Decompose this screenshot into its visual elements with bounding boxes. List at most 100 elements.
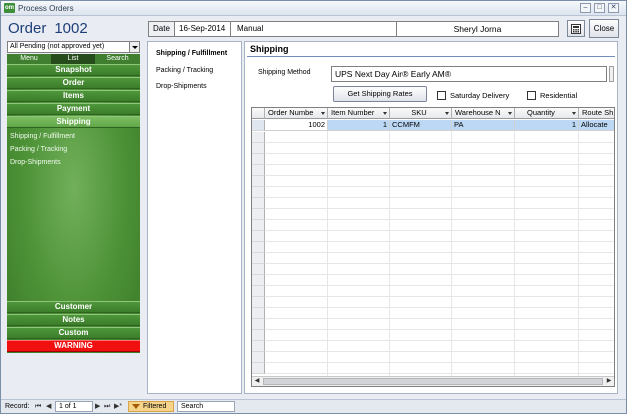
grid-row-line — [265, 208, 614, 209]
tab-menu[interactable]: Menu — [7, 54, 51, 64]
column-header-quantity[interactable]: Quantity — [515, 108, 579, 119]
column-header-warehouse[interactable]: Warehouse N — [452, 108, 515, 119]
calculator-button[interactable] — [567, 20, 585, 37]
row-selector-empty — [252, 308, 265, 319]
row-selector[interactable] — [252, 120, 265, 131]
grid-row-line — [265, 362, 614, 363]
grid-row-line — [265, 219, 614, 220]
cell-route[interactable]: Allocate — [579, 120, 614, 131]
grid-column-line — [451, 131, 452, 376]
row-selector-empty — [252, 363, 265, 374]
minimize-button[interactable]: – — [580, 3, 591, 13]
subnav-drop-shipments[interactable]: Drop-Shipments — [156, 82, 207, 91]
date-label: Date — [148, 21, 175, 37]
nav-custom-button[interactable]: Custom — [7, 327, 140, 339]
column-header-sku[interactable]: SKU — [390, 108, 452, 119]
title-bar: om Process Orders – □ ✕ — [1, 1, 626, 16]
next-record-icon[interactable]: ▶ — [95, 400, 100, 413]
nav-snapshot-button[interactable]: Snapshot — [7, 64, 140, 76]
nav-sub-shipping-fulfillment[interactable]: Shipping / Fulfillment — [10, 132, 75, 141]
sort-arrow-icon — [321, 112, 325, 115]
cell-quantity[interactable]: 1 — [515, 120, 579, 131]
nav-notes-button[interactable]: Notes — [7, 314, 140, 326]
shipping-subnav-panel: Shipping / Fulfillment Packing / Trackin… — [147, 41, 242, 394]
grid-corner — [252, 108, 265, 119]
new-record-icon[interactable]: ▶* — [114, 400, 122, 413]
status-search-input[interactable]: Search — [177, 401, 235, 412]
column-header-route[interactable]: Route Sh — [579, 108, 614, 119]
cell-sku[interactable]: CCMFM — [390, 120, 452, 131]
nav-warning-button[interactable]: WARNING — [7, 340, 140, 352]
grid-row-line — [265, 274, 614, 275]
column-header-label: Order Numbe — [268, 108, 314, 117]
user-name-field[interactable]: Sheryl Jorna — [396, 21, 559, 37]
chevron-down-icon[interactable] — [129, 42, 139, 52]
order-filter-select[interactable]: All Pending (not approved yet) — [7, 41, 140, 53]
grid-row-line — [265, 186, 614, 187]
subnav-shipping-fulfillment[interactable]: Shipping / Fulfillment — [156, 49, 227, 58]
scroll-left-icon[interactable]: ◀ — [252, 377, 262, 386]
order-number: 1002 — [54, 20, 88, 37]
close-window-button[interactable]: ✕ — [608, 3, 619, 13]
row-selector-empty — [252, 330, 265, 341]
filter-icon-label: Filtered — [143, 403, 167, 410]
residential-checkbox[interactable] — [527, 91, 536, 100]
order-type-field[interactable]: Manual — [230, 21, 397, 37]
nav-sub-drop-shipments[interactable]: Drop-Shipments — [10, 158, 61, 167]
tab-search[interactable]: Search — [95, 54, 140, 64]
order-items-grid: Order Numbe Item Number SKU Warehouse N … — [251, 107, 615, 387]
column-header-label: Route Sh — [582, 108, 614, 117]
subnav-packing-tracking[interactable]: Packing / Tracking — [156, 66, 213, 75]
close-button[interactable]: Close — [589, 19, 619, 38]
grid-row-line — [265, 175, 614, 176]
row-selector-empty — [252, 286, 265, 297]
process-orders-window: om Process Orders – □ ✕ Order 1002 Date 1… — [0, 0, 627, 414]
residential-label: Residential — [540, 91, 578, 100]
scrollbar-thumb[interactable] — [263, 378, 603, 385]
row-selector-empty — [252, 231, 265, 242]
nav-shipping-button[interactable]: Shipping — [7, 116, 140, 128]
prev-record-icon[interactable]: ◀ — [46, 400, 51, 413]
row-selector-empty — [252, 143, 265, 154]
row-selector-empty — [252, 341, 265, 352]
grid-row-line — [265, 307, 614, 308]
row-selector-empty — [252, 319, 265, 330]
last-record-icon[interactable]: ⏭ — [104, 400, 110, 413]
maximize-button[interactable]: □ — [594, 3, 605, 13]
row-selector-empty — [252, 253, 265, 264]
column-header-item-number[interactable]: Item Number — [328, 108, 390, 119]
filtered-toggle[interactable]: Filtered — [128, 401, 174, 412]
nav-payment-button[interactable]: Payment — [7, 103, 140, 115]
cell-item-number[interactable]: 1 — [328, 120, 390, 131]
horizontal-scrollbar[interactable]: ◀ ▶ — [252, 376, 614, 386]
row-selector-empty — [252, 275, 265, 286]
nav-sub-packing-tracking[interactable]: Packing / Tracking — [10, 145, 67, 154]
scroll-right-icon[interactable]: ▶ — [604, 377, 614, 386]
column-header-label: SKU — [411, 108, 427, 117]
grid-row-line — [265, 142, 614, 143]
grid-row-line — [265, 263, 614, 264]
grid-row-line — [265, 241, 614, 242]
order-heading: Order 1002 — [8, 20, 88, 37]
row-selector-empty — [252, 264, 265, 275]
row-selector-empty — [252, 242, 265, 253]
cell-order-number[interactable]: 1002 — [265, 120, 328, 131]
row-selector-empty — [252, 198, 265, 209]
nav-customer-button[interactable]: Customer — [7, 301, 140, 313]
grid-column-line — [514, 131, 515, 376]
tab-list[interactable]: List — [51, 54, 95, 64]
column-header-order-number[interactable]: Order Numbe — [265, 108, 328, 119]
nav-items-button[interactable]: Items — [7, 90, 140, 102]
date-field[interactable]: 16-Sep-2014 — [174, 21, 231, 37]
column-header-label: Item Number — [331, 108, 375, 117]
grid-row-line — [265, 197, 614, 198]
cell-warehouse[interactable]: PA — [452, 120, 515, 131]
record-position[interactable]: 1 of 1 — [55, 401, 93, 412]
shipping-method-scrollbar[interactable] — [609, 66, 614, 82]
nav-order-button[interactable]: Order — [7, 77, 140, 89]
first-record-icon[interactable]: ⏮ — [35, 400, 41, 413]
saturday-delivery-checkbox[interactable] — [437, 91, 446, 100]
saturday-delivery-label: Saturday Delivery — [450, 91, 510, 100]
get-shipping-rates-button[interactable]: Get Shipping Rates — [333, 86, 427, 102]
shipping-method-field[interactable]: UPS Next Day Air® Early AM® — [331, 66, 607, 82]
